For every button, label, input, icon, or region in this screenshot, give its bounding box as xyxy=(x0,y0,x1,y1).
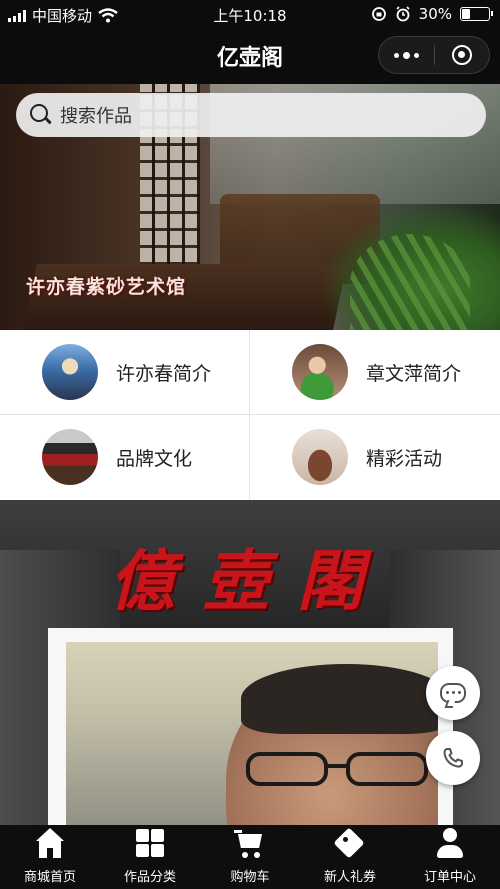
tab-label: 新人礼券 xyxy=(323,870,376,885)
tab-cart[interactable]: 购物车 xyxy=(200,825,300,889)
mini-program-capsule xyxy=(378,36,490,74)
cart-icon xyxy=(234,828,266,860)
menu-item-activities[interactable]: 精彩活动 xyxy=(250,415,499,499)
search-bar[interactable]: 搜索作品 xyxy=(16,93,486,137)
menu-item-label: 许亦春简介 xyxy=(116,362,212,385)
tab-orders[interactable]: 订单中心 xyxy=(400,825,500,889)
menu-item-label: 精彩活动 xyxy=(366,447,443,470)
battery-percent: 30% xyxy=(418,5,452,23)
tab-bar: 商城首页 作品分类 购物车 新人礼券 订单中心 xyxy=(0,825,500,889)
hero-banner[interactable]: 许亦春紫砂艺术馆 搜索作品 xyxy=(0,84,500,330)
home-icon xyxy=(34,828,66,860)
user-icon xyxy=(434,828,466,860)
brand-image[interactable]: 億壺閣 xyxy=(0,500,500,825)
menu-item-label: 品牌文化 xyxy=(116,447,193,470)
menu-item-zhang-wenping[interactable]: 章文萍简介 xyxy=(250,330,499,414)
tag-icon xyxy=(334,828,366,860)
tab-home[interactable]: 商城首页 xyxy=(0,825,100,889)
chat-button[interactable] xyxy=(426,666,480,720)
grid-icon xyxy=(134,828,166,860)
menu-item-image xyxy=(42,429,98,485)
founder-photo xyxy=(66,642,438,825)
search-icon xyxy=(30,104,52,126)
close-mini-program-button[interactable] xyxy=(435,37,490,73)
hero-caption: 许亦春紫砂艺术馆 xyxy=(26,276,187,298)
menu-item-image xyxy=(42,344,98,400)
rotation-lock-icon xyxy=(371,7,386,21)
tab-label: 购物车 xyxy=(230,870,270,885)
alarm-icon xyxy=(396,6,410,22)
menu-item-xu-yichun[interactable]: 许亦春简介 xyxy=(0,330,249,414)
menu-item-image xyxy=(292,344,348,400)
more-dots-icon xyxy=(393,51,419,59)
search-placeholder: 搜索作品 xyxy=(60,106,132,127)
more-button[interactable] xyxy=(379,37,434,73)
status-bar: 中国移动 上午10:18 30% xyxy=(0,0,500,28)
tab-label: 商城首页 xyxy=(23,870,76,885)
tab-label: 订单中心 xyxy=(423,870,476,885)
battery-icon xyxy=(460,7,493,21)
tab-categories[interactable]: 作品分类 xyxy=(100,825,200,889)
phone-icon xyxy=(443,748,463,768)
chat-icon xyxy=(440,683,466,703)
menu-item-image xyxy=(292,429,348,485)
tab-label: 作品分类 xyxy=(123,870,176,885)
menu-item-label: 章文萍简介 xyxy=(366,362,462,385)
tab-new-user-coupon[interactable]: 新人礼券 xyxy=(300,825,400,889)
nav-bar: 亿壶阁 xyxy=(0,28,500,84)
brand-calligraphy: 億壺閣 xyxy=(109,542,391,620)
target-circle-icon xyxy=(451,45,472,65)
menu-grid: 许亦春简介 章文萍简介 品牌文化 精彩活动 xyxy=(0,330,500,500)
menu-item-brand-culture[interactable]: 品牌文化 xyxy=(0,415,249,499)
phone-button[interactable] xyxy=(426,731,480,785)
